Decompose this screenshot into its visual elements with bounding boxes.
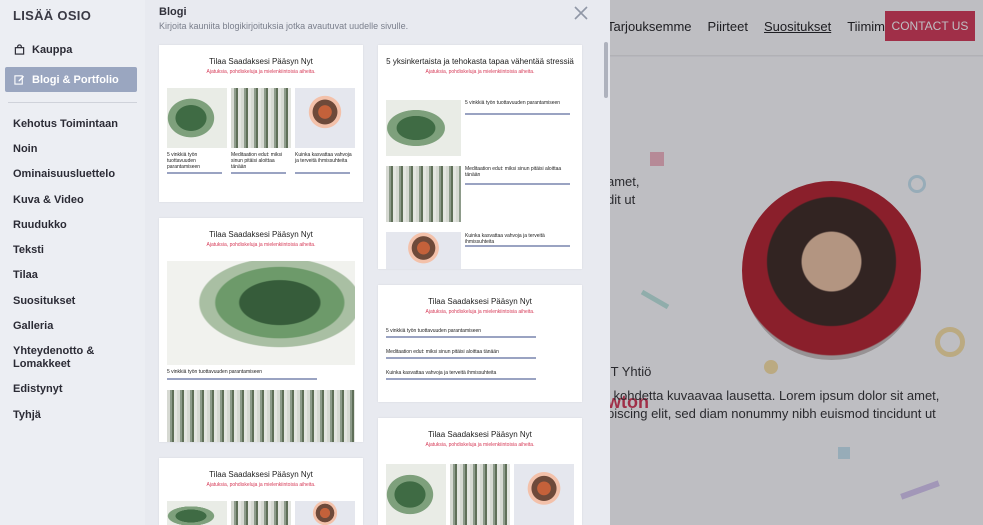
post-thumbnail (167, 261, 355, 365)
sidebar-item-text[interactable]: Teksti (0, 237, 145, 262)
card-subtitle: Ajatuksia, pohdiskeluja ja mielenkiintoi… (206, 242, 316, 248)
panel-subtitle: Kirjoita kauniita blogikirjoituksia jotk… (159, 21, 409, 31)
sidebar-item-empty[interactable]: Tyhjä (0, 402, 145, 427)
post-thumbnail (167, 390, 355, 442)
blog-template-card[interactable]: 5 yksinkertaista ja tehokasta tapaa vähe… (378, 45, 582, 269)
post-thumbnail (295, 501, 355, 525)
post-thumbnail (231, 501, 291, 525)
card-title: Tilaa Saadaksesi Pääsyn Nyt (209, 230, 313, 239)
card-subtitle: Ajatuksia, pohdiskeluja ja mielenkiintoi… (425, 69, 535, 75)
card-title: Tilaa Saadaksesi Pääsyn Nyt (428, 430, 532, 439)
panel-scrollbar[interactable] (604, 42, 608, 98)
post-thumbnail (231, 88, 291, 148)
sidebar-item-blog-portfolio[interactable]: Blogi & Portfolio (5, 67, 137, 92)
sidebar-item-contact-forms[interactable]: Yhteydenotto & Lomakkeet (0, 339, 145, 377)
close-button[interactable] (572, 4, 590, 22)
post-excerpt (167, 378, 317, 380)
card-title: Tilaa Saadaksesi Pääsyn Nyt (428, 297, 532, 306)
sidebar-item-image-video[interactable]: Kuva & Video (0, 187, 145, 212)
panel-title: Blogi (159, 6, 187, 18)
card-title: Tilaa Saadaksesi Pääsyn Nyt (209, 57, 313, 66)
post-title: 5 vinkkiä työn tuottavuuden parantamisee… (465, 100, 561, 106)
blog-template-card[interactable]: Tilaa Saadaksesi Pääsyn Nyt Ajatuksia, p… (159, 45, 363, 202)
sidebar-item-label: Blogi & Portfolio (32, 73, 119, 86)
blog-template-card[interactable]: Tilaa Saadaksesi Pääsyn Nyt Ajatuksia, p… (378, 285, 582, 402)
post-excerpt (386, 357, 536, 359)
post-thumbnail (450, 464, 510, 525)
post-title: Kuinka kasvattaa vahvoja ja terveitä ihm… (295, 152, 352, 164)
post-thumbnail (167, 501, 227, 525)
sidebar-item-testimonials[interactable]: Suositukset (0, 288, 145, 313)
card-subtitle: Ajatuksia, pohdiskeluja ja mielenkiintoi… (425, 442, 535, 448)
post-thumbnail (295, 88, 355, 148)
post-title: 5 vinkkiä työn tuottavuuden parantamisee… (167, 369, 263, 375)
shopping-bag-icon (13, 44, 25, 56)
blog-template-card[interactable]: Tilaa Saadaksesi Pääsyn Nyt Ajatuksia, p… (378, 418, 582, 525)
post-title: 5 vinkkiä työn tuottavuuden parantamisee… (386, 328, 482, 334)
close-icon (574, 6, 588, 20)
post-title: Kuinka kasvattaa vahvoja ja terveitä ihm… (386, 370, 497, 376)
post-title: 5 vinkkiä työn tuottavuuden parantamisee… (167, 152, 201, 170)
card-title: 5 yksinkertaista ja tehokasta tapaa vähe… (386, 57, 574, 66)
sidebar-title: LISÄÄ OSIO (13, 8, 92, 23)
sidebar-item-call-to-action[interactable]: Kehotus Toimintaan (0, 111, 145, 136)
blog-template-card[interactable]: Tilaa Saadaksesi Pääsyn Nyt Ajatuksia, p… (159, 458, 363, 525)
post-title: Kuinka kasvattaa vahvoja ja terveitä ihm… (465, 233, 545, 245)
edit-icon (13, 74, 25, 86)
sidebar-section-list: Kehotus Toimintaan Noin Ominaisuusluette… (0, 111, 145, 427)
post-excerpt (295, 172, 350, 174)
card-subtitle: Ajatuksia, pohdiskeluja ja mielenkiintoi… (206, 69, 316, 75)
sidebar-item-shop[interactable]: Kauppa (0, 37, 145, 62)
sidebar-item-subscribe[interactable]: Tilaa (0, 263, 145, 288)
post-title: Meditaation edut: miksi sinun pitäisi al… (386, 349, 499, 355)
post-excerpt (231, 172, 286, 174)
post-thumbnail (386, 232, 461, 269)
blog-template-card[interactable]: Tilaa Saadaksesi Pääsyn Nyt Ajatuksia, p… (159, 218, 363, 442)
post-thumbnail (514, 464, 574, 525)
post-thumbnail (386, 100, 461, 156)
card-subtitle: Ajatuksia, pohdiskeluja ja mielenkiintoi… (206, 482, 316, 488)
post-excerpt (465, 183, 570, 185)
post-title: Meditaation edut: miksi sinun pitäisi al… (231, 152, 283, 170)
sidebar-item-gallery[interactable]: Galleria (0, 313, 145, 338)
sidebar-item-advanced[interactable]: Edistynyt (0, 377, 145, 402)
card-title: Tilaa Saadaksesi Pääsyn Nyt (209, 470, 313, 479)
post-thumbnail (167, 88, 227, 148)
post-title: Meditaation edut: miksi sinun pitäisi al… (465, 166, 562, 178)
blog-templates-panel: Blogi Kirjoita kauniita blogikirjoituksi… (145, 0, 610, 525)
card-subtitle: Ajatuksia, pohdiskeluja ja mielenkiintoi… (425, 309, 535, 315)
sidebar-item-label: Kauppa (32, 43, 73, 56)
post-thumbnail (386, 166, 461, 222)
post-excerpt (386, 336, 536, 338)
post-excerpt (465, 245, 570, 247)
post-excerpt (167, 172, 222, 174)
post-excerpt (386, 378, 536, 380)
post-excerpt (465, 113, 570, 115)
add-section-sidebar: LISÄÄ OSIO Kauppa Blogi & Portfolio Keho… (0, 0, 145, 525)
sidebar-item-grid[interactable]: Ruudukko (0, 212, 145, 237)
sidebar-item-about[interactable]: Noin (0, 136, 145, 161)
sidebar-item-feature-list[interactable]: Ominaisuusluettelo (0, 162, 145, 187)
post-thumbnail (386, 464, 446, 525)
sidebar-divider (8, 102, 137, 103)
